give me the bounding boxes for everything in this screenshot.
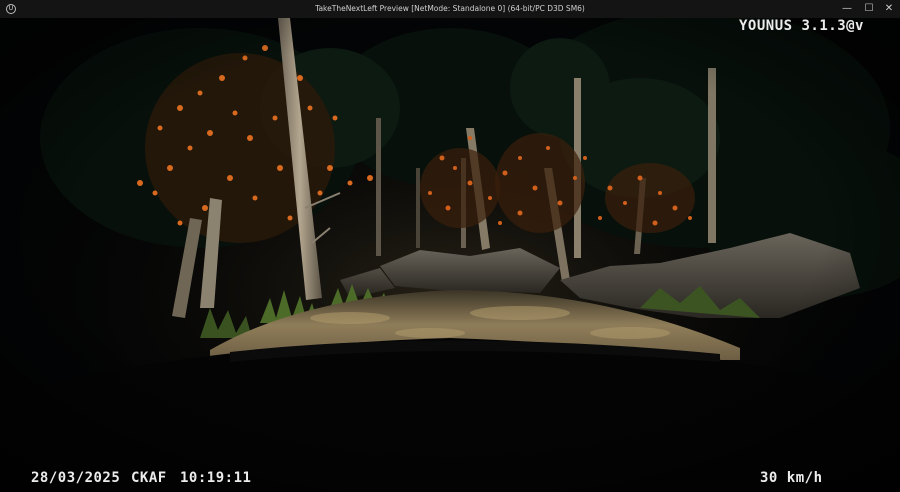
- game-viewport[interactable]: YOUNUS 3.1.3@v 28/03/2025 CKAF 10:19:11 …: [0, 18, 900, 492]
- time-label: 10:19:11: [180, 470, 252, 486]
- version-label: YOUNUS 3.1.3@v: [738, 18, 864, 34]
- close-button[interactable]: ✕: [878, 0, 900, 18]
- minimize-button[interactable]: —: [836, 0, 858, 18]
- forest-scene: [0, 18, 900, 492]
- maximize-button[interactable]: ☐: [858, 0, 880, 18]
- vignette: [0, 18, 900, 492]
- window-title: TakeTheNextLeft Preview [NetMode: Standa…: [315, 4, 585, 13]
- game-window: U TakeTheNextLeft Preview [NetMode: Stan…: [0, 0, 900, 492]
- code-label: CKAF: [131, 470, 167, 486]
- date-label: 28/03/2025: [31, 470, 121, 486]
- title-bar[interactable]: U TakeTheNextLeft Preview [NetMode: Stan…: [0, 0, 900, 18]
- speed-label: 30 km/h: [760, 470, 823, 486]
